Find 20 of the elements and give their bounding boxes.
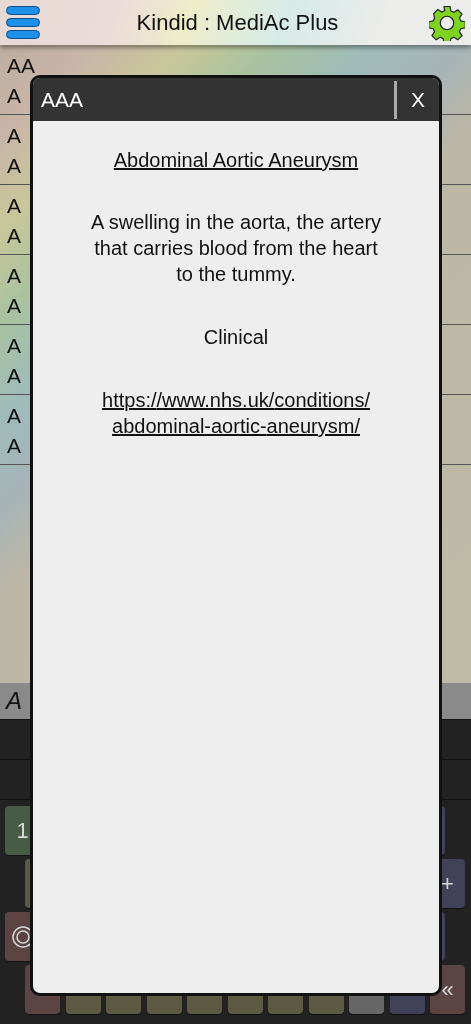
item-name: A xyxy=(7,223,21,249)
item-name: A xyxy=(7,293,21,319)
item-name: A xyxy=(7,433,21,459)
item-name: A xyxy=(7,83,21,109)
item-code: A xyxy=(7,333,21,359)
app-title: Kindid : MediAc Plus xyxy=(136,9,339,37)
description: A swelling in the aorta, the artery that carries blood from the heart to the tummy. xyxy=(89,210,383,287)
dialog-title: AAA xyxy=(40,86,85,113)
settings-icon[interactable] xyxy=(429,4,465,41)
item-code: A xyxy=(7,403,21,429)
item-code: A xyxy=(7,123,21,149)
close-button[interactable]: X xyxy=(397,78,439,121)
dialog-heading: Abdominal Aortic Aneurysm xyxy=(113,148,359,173)
item-code: A xyxy=(7,193,21,219)
nhs-link[interactable]: https://www.nhs.uk/conditions/abdominal-aortic-aneurysm/ xyxy=(86,387,386,439)
item-code: AA xyxy=(7,53,35,79)
category-label: Clinical xyxy=(203,325,269,350)
item-name: A xyxy=(7,363,21,389)
item-name: A xyxy=(7,153,21,179)
item-code: A xyxy=(7,263,21,289)
